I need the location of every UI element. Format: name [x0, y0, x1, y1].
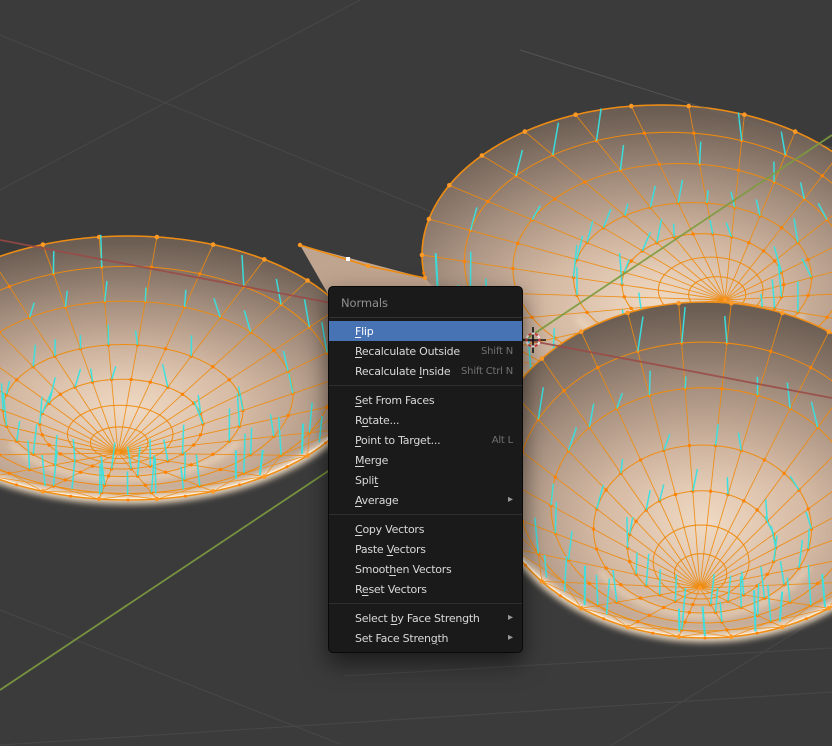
menu-item-smoothen-vectors[interactable]: Smoothen Vectors [329, 559, 522, 579]
menu-item-set-from-faces[interactable]: Set From Faces [329, 390, 522, 410]
menu-item-recalculate-outside[interactable]: Recalculate Outside Shift N [329, 341, 522, 361]
menu-item-recalculate-inside[interactable]: Recalculate Inside Shift Ctrl N [329, 361, 522, 381]
menu-item-label: Merge [355, 454, 388, 467]
menu-item-reset-vectors[interactable]: Reset Vectors [329, 579, 522, 599]
menu-item-select-by-face-strength[interactable]: Select by Face Strength ▸ [329, 608, 522, 628]
menu-item-label: Set Face Strength [355, 632, 448, 645]
menu-item-split[interactable]: Split [329, 470, 522, 490]
menu-item-label: Copy Vectors [355, 523, 424, 536]
menu-item-copy-vectors[interactable]: Copy Vectors [329, 519, 522, 539]
menu-item-label: Recalculate Inside [355, 365, 450, 378]
menu-item-label: Point to Target... [355, 434, 440, 447]
menu-item-label: Flip [355, 325, 373, 338]
menu-item-label: Average [355, 494, 398, 507]
menu-separator [329, 385, 522, 386]
menu-item-shortcut: Shift Ctrl N [456, 366, 513, 377]
menu-item-shortcut: Shift N [476, 346, 513, 357]
menu-item-merge[interactable]: Merge [329, 450, 522, 470]
menu-item-label: Paste Vectors [355, 543, 426, 556]
menu-item-set-face-strength[interactable]: Set Face Strength ▸ [329, 628, 522, 648]
menu-item-label: Smoothen Vectors [355, 563, 452, 576]
menu-separator [329, 603, 522, 604]
blender-viewport[interactable]: Normals FlipRecalculate OutsideShift NRe… [0, 0, 832, 746]
menu-item-rotate[interactable]: Rotate... [329, 410, 522, 430]
menu-item-point-to-target[interactable]: Point to Target... Alt L [329, 430, 522, 450]
submenu-arrow-icon: ▸ [508, 633, 513, 643]
menu-item-average[interactable]: Average ▸ [329, 490, 522, 510]
menu-item-label: Reset Vectors [355, 583, 427, 596]
menu-item-label: Split [355, 474, 378, 487]
normals-context-menu: Normals FlipRecalculate OutsideShift NRe… [328, 286, 523, 653]
menu-item-list: FlipRecalculate OutsideShift NRecalculat… [329, 318, 522, 652]
menu-item-shortcut: Alt L [487, 435, 513, 446]
menu-title: Normals [329, 287, 522, 317]
menu-item-label: Recalculate Outside [355, 345, 460, 358]
menu-item-label: Rotate... [355, 414, 399, 427]
menu-item-label: Select by Face Strength [355, 612, 480, 625]
active-vertex [346, 257, 350, 261]
submenu-arrow-icon: ▸ [508, 495, 513, 505]
menu-item-label: Set From Faces [355, 394, 434, 407]
menu-separator [329, 514, 522, 515]
menu-item-flip[interactable]: Flip [329, 321, 522, 341]
submenu-arrow-icon: ▸ [508, 613, 513, 623]
menu-item-paste-vectors[interactable]: Paste Vectors [329, 539, 522, 559]
